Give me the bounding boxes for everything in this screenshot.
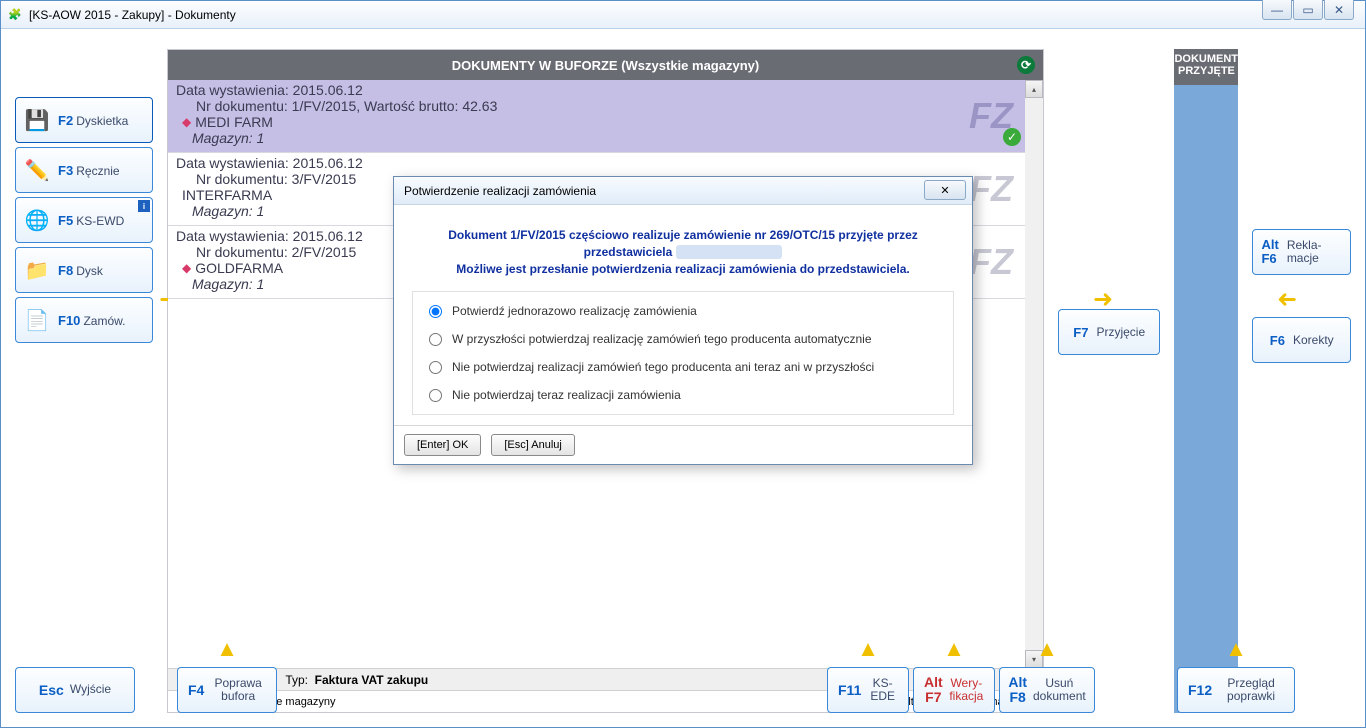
app-icon: 🧩 [7,7,23,23]
dialog-ok-button[interactable]: [Enter] OK [404,434,481,456]
option-never[interactable]: Nie potwierdzaj realizacji zamówień tego… [429,360,937,374]
option-auto-future[interactable]: W przyszłości potwierdzaj realizację zam… [429,332,937,346]
scrollbar[interactable]: ▴ ▾ [1025,80,1043,668]
dialog-close-button[interactable]: ✕ [924,180,966,200]
dialog-options: Potwierdź jednorazowo realizację zamówie… [412,291,954,415]
document-icon: 📄 [24,307,50,333]
buffer-header: DOKUMENTY W BUFORZE (Wszystkie magazyny)… [168,50,1043,80]
floppy-icon: 💾 [24,107,50,133]
window-title: [KS-AOW 2015 - Zakupy] - Dokumenty [29,8,1359,22]
arrow-up-icon: ▲ [857,636,879,662]
accepted-header: DOKUMENTY PRZYJĘTE [1174,49,1238,85]
arrow-up-icon: ▲ [943,636,965,662]
altf8-usun-button[interactable]: ▲ AltF8Usuń dokument [999,667,1095,713]
f11-ksede-button[interactable]: ▲ F11KS-EDE [827,667,909,713]
dialog-footer: [Enter] OK [Esc] Anuluj [394,425,972,464]
arrow-up-icon: ▲ [1036,636,1058,662]
dialog-title: Potwierdzenie realizacji zamówienia ✕ [394,177,972,205]
option-not-now[interactable]: Nie potwierdzaj teraz realizacji zamówie… [429,388,937,402]
check-icon: ✓ [1003,128,1021,146]
right-actions: AltF6 Rekla- macje F6 Korekty [1252,49,1351,713]
f6-korekty-button[interactable]: F6 Korekty [1252,317,1351,363]
altf6-reklamacje-button[interactable]: AltF6 Rekla- macje [1252,229,1351,275]
f8-dysk-button[interactable]: 📁 F8 Dysk [15,247,153,293]
tag-icon: ◆ [182,115,191,129]
esc-wyjscie-button[interactable]: EscWyjście [15,667,135,713]
document-row[interactable]: Data wystawienia: 2015.06.12 Nr dokument… [168,80,1025,153]
f5-ksewd-button[interactable]: 🌐 F5 KS-EWD i [15,197,153,243]
info-badge-icon: i [138,200,150,212]
folder-icon: 📁 [24,257,50,283]
tag-icon: ◆ [182,261,191,275]
arrow-up-icon: ▲ [216,636,238,662]
option-confirm-once[interactable]: Potwierdź jednorazowo realizację zamówie… [429,304,937,318]
dialog-cancel-button[interactable]: [Esc] Anuluj [491,434,574,456]
accept-actions: F7 Przyjęcie [1058,49,1160,713]
altf7-weryfikacja-button[interactable]: ▲ AltF7Wery- fikacja [913,667,995,713]
window-controls: — ▭ ✕ [1262,0,1354,20]
maximize-button[interactable]: ▭ [1293,0,1323,20]
dialog-body: Dokument 1/FV/2015 częściowo realizuje z… [394,205,972,425]
doc-type-badge: FZ [969,168,1013,210]
arrow-up-icon: ▲ [1225,636,1247,662]
accepted-panel: DOKUMENTY PRZYJĘTE [1174,49,1238,713]
globe-icon: 🌐 [24,207,50,233]
titlebar: 🧩 [KS-AOW 2015 - Zakupy] - Dokumenty [1,1,1365,29]
f3-recznie-button[interactable]: ✏️ F3 Ręcznie [15,147,153,193]
f10-zamow-button[interactable]: 📄 F10 Zamów. [15,297,153,343]
pen-icon: ✏️ [24,157,50,183]
minimize-button[interactable]: — [1262,0,1292,20]
f4-poprawa-button[interactable]: ▲ F4Poprawa bufora [177,667,277,713]
close-button[interactable]: ✕ [1324,0,1354,20]
left-sidebar: 💾 F2 Dyskietka ✏️ F3 Ręcznie 🌐 F5 KS-EWD… [15,49,153,713]
doc-type-badge: FZ [969,241,1013,283]
f12-przeglad-button[interactable]: ▲ F12Przegląd poprawki [1177,667,1295,713]
scroll-up-icon[interactable]: ▴ [1025,80,1043,98]
dialog-message: Dokument 1/FV/2015 częściowo realizuje z… [412,217,954,291]
confirm-dialog: Potwierdzenie realizacji zamówienia ✕ Do… [393,176,973,465]
f2-dyskietka-button[interactable]: 💾 F2 Dyskietka [15,97,153,143]
f7-przyjecie-button[interactable]: F7 Przyjęcie [1058,309,1160,355]
bottom-toolbar: EscWyjście ▲ F4Poprawa bufora ▲ F11KS-ED… [15,657,1351,713]
refresh-icon[interactable]: ⟳ [1017,56,1035,74]
